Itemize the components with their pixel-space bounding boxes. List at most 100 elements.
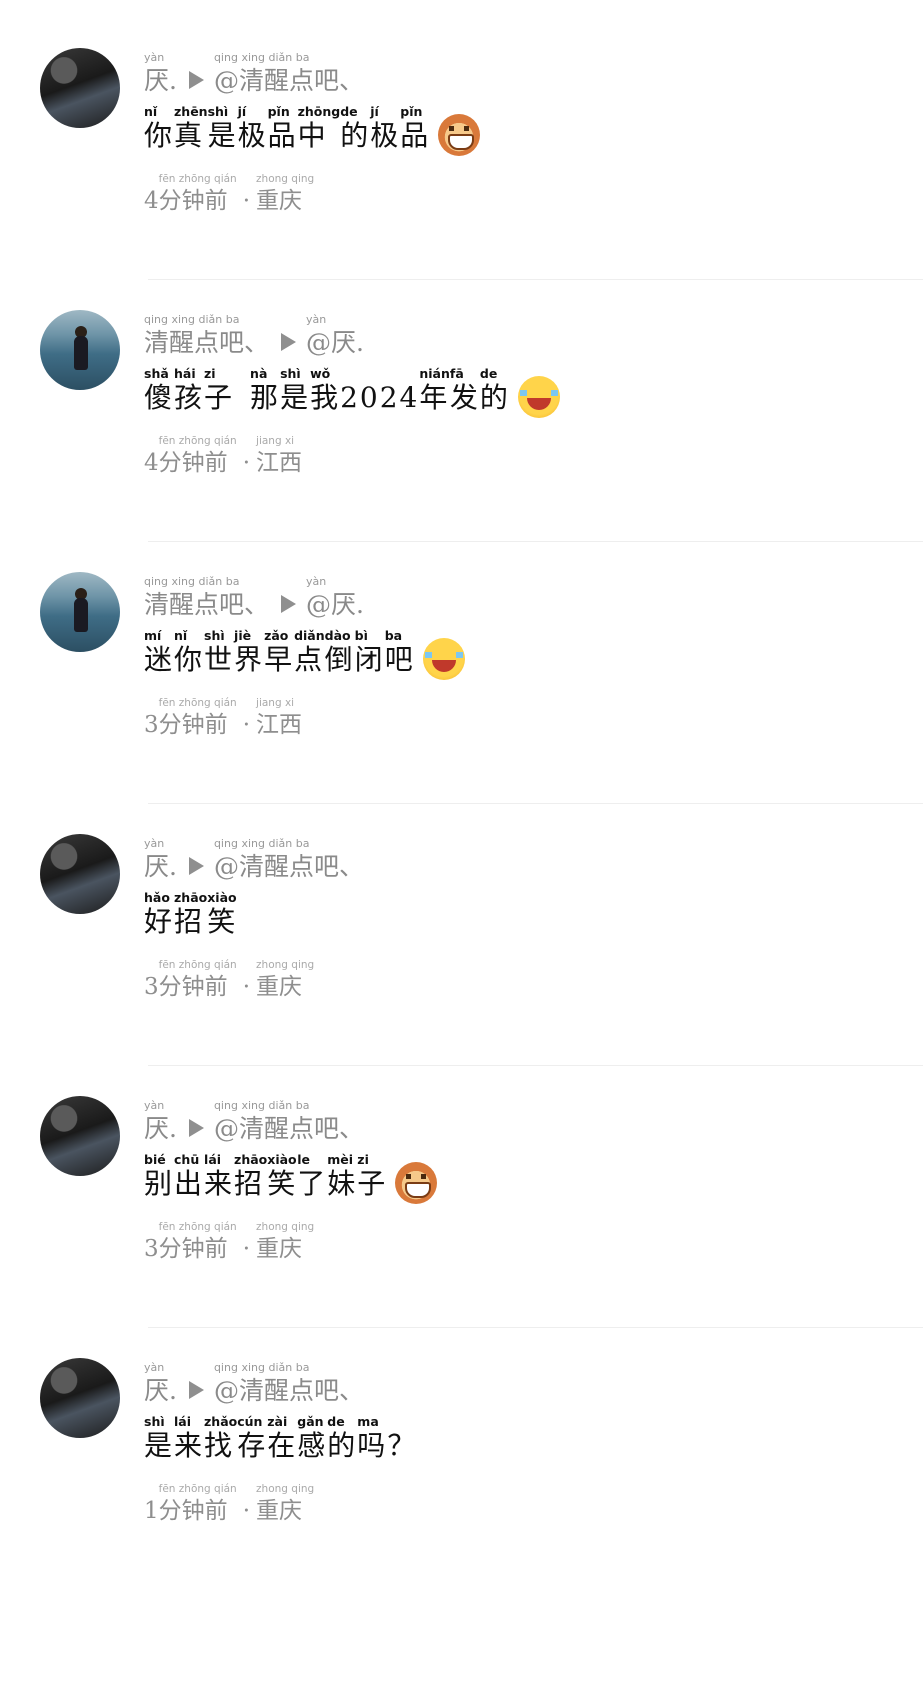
- hanzi: 子: [204, 381, 235, 414]
- comment-char: bì 闭: [354, 629, 385, 676]
- pinyin: gǎn: [297, 1414, 324, 1429]
- comment-char: mèi 妹: [327, 1152, 357, 1198]
- hanzi: 是: [280, 381, 311, 414]
- hanzi: 出: [174, 1167, 205, 1200]
- username: yàn 厌.: [144, 52, 177, 93]
- avatar[interactable]: [40, 1096, 120, 1176]
- comment-meta: 3 fēn zhōng qián 分钟前 · jiang xi 江西: [144, 698, 302, 737]
- hanzi: 重庆: [256, 1236, 303, 1262]
- comment-text: mí 迷 nǐ 你 shì 世 jiè 界 zǎo 早 diǎn 点 dào 倒 bì 闭 ba 吧: [144, 628, 465, 680]
- hanzi: 厌.: [144, 852, 177, 881]
- hanzi: 闭: [354, 643, 385, 676]
- pinyin: bié: [144, 1152, 166, 1167]
- pinyin: fēn zhōng qián: [158, 435, 237, 447]
- hanzi: 江西: [256, 450, 303, 476]
- reply-arrow-icon: [188, 71, 204, 89]
- tears-of-joy-emoji: [517, 376, 560, 418]
- separator-dot: ·: [243, 698, 250, 737]
- comment-char: hái 孩: [174, 367, 205, 414]
- reply-to-username: qing xing diǎn ba @清醒点吧、: [214, 1100, 364, 1141]
- comment-list: yàn 厌. qing xing diǎn ba @清醒点吧、 nǐ 你 zhēn 真 shì 是…: [0, 0, 923, 1682]
- hanzi: 孩: [174, 381, 205, 414]
- comment-char: nǐ 你: [144, 104, 174, 150]
- hanzi: ·: [242, 188, 251, 214]
- comment-char: shì 世: [204, 629, 234, 674]
- comment-char: diǎn 点: [294, 629, 325, 676]
- hanzi: 的: [327, 1429, 358, 1462]
- location-label: zhong qing 重庆: [256, 960, 314, 999]
- comment-char: mí 迷: [144, 628, 174, 674]
- pinyin: shì: [207, 104, 229, 119]
- hanzi: 3: [144, 974, 159, 1000]
- comment-char: zhāo 招: [174, 891, 207, 936]
- pinyin: zi: [357, 1152, 369, 1167]
- comment-text: hǎo 好 zhāo 招 xiào 笑: [144, 891, 237, 936]
- reply-to-username: qing xing diǎn ba @清醒点吧、: [214, 838, 364, 879]
- hanzi: 你: [174, 643, 205, 676]
- avatar-figure-body: [74, 598, 88, 632]
- separator-dot: ·: [243, 174, 250, 213]
- hanzi: 分钟前: [158, 974, 228, 1000]
- hanzi: 来: [174, 1429, 205, 1462]
- comment-item[interactable]: yàn 厌. qing xing diǎn ba @清醒点吧、 hǎo 好 zhāo 招 xià…: [0, 786, 923, 1066]
- pinyin: lái: [174, 1414, 192, 1429]
- avatar[interactable]: [40, 1358, 120, 1438]
- hanzi: 中: [297, 119, 328, 152]
- hanzi: 那: [250, 381, 281, 414]
- reply-arrow-icon: [188, 1119, 204, 1137]
- avatar[interactable]: [40, 572, 120, 652]
- time-number: 4: [144, 436, 159, 475]
- username: yàn 厌.: [144, 838, 177, 879]
- hanzi: @清醒点吧、: [213, 1376, 364, 1405]
- comment-char: zhēn 真: [174, 105, 208, 150]
- comment-header: yàn 厌. qing xing diǎn ba @清醒点吧、: [144, 52, 364, 93]
- hanzi: 的: [479, 381, 510, 414]
- avatar[interactable]: [40, 834, 120, 914]
- hanzi: @厌.: [306, 328, 364, 357]
- pinyin: lái: [204, 1152, 222, 1167]
- pinyin: zài: [267, 1414, 288, 1429]
- reply-arrow-icon: [281, 595, 297, 613]
- pinyin: qing xing diǎn ba: [213, 51, 310, 64]
- comment-char: shì 是: [280, 367, 311, 414]
- pinyin: fēn zhōng qián: [158, 1483, 237, 1495]
- comment-item[interactable]: yàn 厌. qing xing diǎn ba @清醒点吧、 nǐ 你 zhēn 真 shì 是…: [0, 0, 923, 280]
- comment-char: zi 子: [357, 1152, 387, 1198]
- avatar[interactable]: [40, 48, 120, 128]
- pinyin: nián: [419, 366, 450, 381]
- hanzi: 点: [294, 643, 325, 676]
- separator-dot: ·: [243, 1222, 250, 1261]
- avatar[interactable]: [40, 310, 120, 390]
- comment-char: nǐ 你: [174, 629, 205, 676]
- pinyin: mèi: [327, 1152, 354, 1167]
- comment-char: nián 年: [419, 366, 450, 412]
- comment-char: jí 极: [370, 105, 400, 150]
- pinyin: pǐn: [400, 104, 423, 119]
- comment-item[interactable]: yàn 厌. qing xing diǎn ba @清醒点吧、 bié 别 chū 出 lái 来…: [0, 1048, 923, 1328]
- pinyin: fēn zhōng qián: [158, 959, 237, 971]
- hanzi: 倒: [324, 643, 355, 676]
- comment-item[interactable]: qing xing diǎn ba 清醒点吧、 yàn @厌. shǎ 傻 hái 孩 zi 子 n…: [0, 262, 923, 542]
- pinyin: mí: [144, 628, 162, 643]
- hanzi: 笑: [267, 1167, 298, 1200]
- comment-char: le 了: [297, 1153, 327, 1198]
- hanzi: 吗: [357, 1429, 388, 1462]
- comment-char: zi 子: [204, 367, 235, 414]
- comment-char: zǎo 早: [264, 629, 294, 674]
- pinyin: ma: [357, 1414, 379, 1429]
- comment-item[interactable]: yàn 厌. qing xing diǎn ba @清醒点吧、 shì 是 lái 来 zhǎo…: [0, 1310, 923, 1590]
- hanzi: 来: [204, 1167, 235, 1200]
- comment-meta: 1 fēn zhōng qián 分钟前 · zhong qing 重庆: [144, 1484, 314, 1523]
- hanzi: 4: [144, 188, 159, 214]
- hanzi: 分钟前: [158, 1236, 228, 1262]
- comment-header: yàn 厌. qing xing diǎn ba @清醒点吧、: [144, 1100, 364, 1141]
- time-ago: fēn zhōng qián 分钟前: [159, 960, 237, 999]
- hanzi: 别: [144, 1167, 175, 1200]
- hanzi: @清醒点吧、: [213, 66, 364, 95]
- hanzi: 江西: [256, 712, 303, 738]
- comment-item[interactable]: qing xing diǎn ba 清醒点吧、 yàn @厌. mí 迷 nǐ 你 shì 世 ji…: [0, 524, 923, 804]
- pinyin: nǐ: [144, 104, 158, 119]
- hanzi: 是: [144, 1429, 175, 1462]
- time-number: 1: [144, 1484, 159, 1523]
- hanzi: 厌.: [144, 66, 177, 95]
